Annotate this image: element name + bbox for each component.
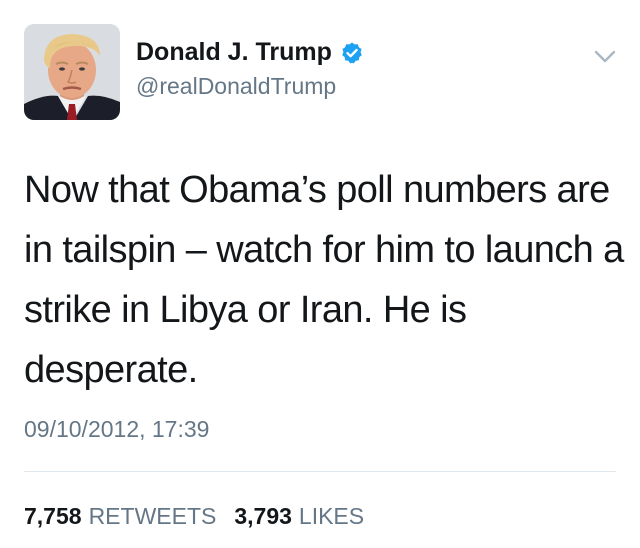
verified-badge-icon [340, 41, 364, 65]
user-display-name-row[interactable]: Donald J. Trump [136, 38, 364, 67]
divider [24, 471, 616, 472]
user-handle[interactable]: @realDonaldTrump [136, 73, 336, 100]
retweets-label: RETWEETS [88, 503, 217, 529]
profile-photo-avatar [24, 24, 120, 120]
retweets-stat[interactable]: 7,758 RETWEETS [24, 503, 216, 530]
tweet-stats: 7,758 RETWEETS 3,793 LIKES [24, 503, 364, 530]
likes-label: LIKES [298, 503, 365, 529]
avatar[interactable] [24, 24, 120, 120]
chevron-down-icon[interactable] [594, 50, 616, 64]
retweets-count: 7,758 [24, 503, 82, 529]
user-display-name[interactable]: Donald J. Trump [136, 38, 332, 67]
likes-stat[interactable]: 3,793 LIKES [234, 503, 364, 530]
tweet-timestamp[interactable]: 09/10/2012, 17:39 [24, 416, 209, 443]
tweet-text: Now that Obama’s poll numbers are in tai… [24, 169, 624, 391]
likes-count: 3,793 [234, 503, 292, 529]
